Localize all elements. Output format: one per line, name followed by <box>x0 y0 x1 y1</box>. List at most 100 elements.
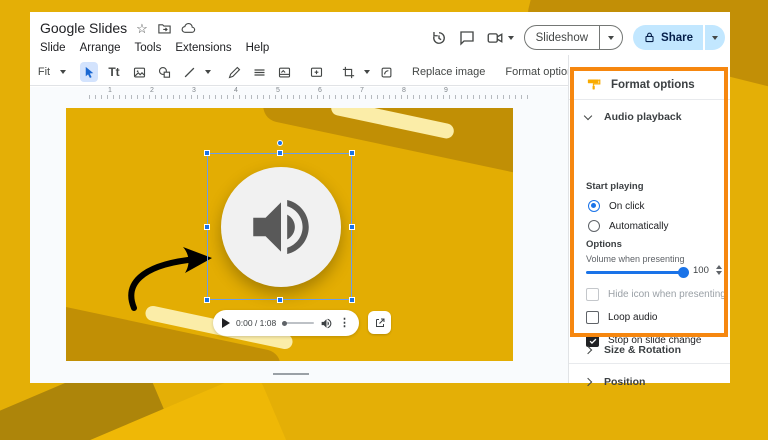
checkbox-unchecked-disabled-icon[interactable] <box>586 288 599 301</box>
ruler-number: 8 <box>402 87 406 94</box>
toolbar: Fit Tt Replace image Format options <box>30 59 636 86</box>
mask-image-icon[interactable] <box>377 62 395 82</box>
volume-icon[interactable] <box>320 317 333 330</box>
resize-handle-nw[interactable] <box>204 150 210 156</box>
section-position[interactable]: Position <box>583 376 646 388</box>
share-dropdown[interactable] <box>703 25 725 50</box>
slideshow-button[interactable]: Slideshow <box>525 32 599 44</box>
ruler-ticks <box>89 95 528 99</box>
volume-value: 100 <box>693 265 709 276</box>
volume-slider-thumb[interactable] <box>678 267 689 278</box>
menu-extensions[interactable]: Extensions <box>175 42 231 54</box>
resize-handle-n[interactable] <box>276 150 283 156</box>
radio-automatically-row[interactable]: Automatically <box>588 220 668 232</box>
player-progress-thumb[interactable] <box>282 320 288 326</box>
chevron-down-icon[interactable] <box>205 70 211 74</box>
move-folder-icon[interactable] <box>157 21 172 36</box>
chevron-down-icon <box>507 35 514 40</box>
player-menu-icon[interactable]: ⋮ <box>339 317 350 329</box>
panel-title: Format options <box>611 78 695 91</box>
player-time: 0:00 / 1:08 <box>236 318 277 328</box>
slideshow-dropdown[interactable] <box>599 26 622 49</box>
version-history-icon[interactable] <box>430 29 448 47</box>
section-audio-playback[interactable]: Audio playback <box>583 111 682 123</box>
paint-roller-icon <box>586 77 601 92</box>
menu-slide[interactable]: Slide <box>40 42 66 54</box>
ruler-number: 4 <box>234 87 238 94</box>
menubar: Slide Arrange Tools Extensions Help <box>40 42 269 54</box>
position-section-label: Position <box>604 376 646 388</box>
title-row: Google Slides ☆ <box>40 20 196 36</box>
options-label: Options <box>586 239 622 250</box>
radio-on-click-row[interactable]: On click <box>588 200 645 212</box>
menu-help[interactable]: Help <box>246 42 270 54</box>
radio-unselected-icon[interactable] <box>588 220 600 232</box>
insert-image-icon[interactable] <box>130 62 148 82</box>
checkbox-hide-icon-row[interactable]: Hide icon when presenting <box>586 288 726 301</box>
doc-title[interactable]: Google Slides <box>40 20 127 36</box>
radio-on-click-label: On click <box>609 200 645 212</box>
insert-shape-icon[interactable] <box>155 62 173 82</box>
horizontal-ruler: 1 2 3 4 5 6 7 8 9 <box>30 87 568 101</box>
star-icon[interactable]: ☆ <box>136 22 148 35</box>
selection-box[interactable] <box>204 140 355 303</box>
resize-handle-sw[interactable] <box>204 297 210 303</box>
speaker-notes-handle[interactable] <box>273 373 309 375</box>
pen-icon[interactable] <box>225 62 243 82</box>
resize-handle-w[interactable] <box>204 223 210 230</box>
stepper-down-icon[interactable] <box>716 271 722 275</box>
zoom-label: Fit <box>37 66 51 78</box>
replace-image-button[interactable]: Replace image <box>409 66 488 78</box>
share-button[interactable]: Share <box>633 31 703 44</box>
video-camera-icon <box>486 29 504 47</box>
chevron-down-icon <box>712 35 718 40</box>
options-label-row: Options <box>586 239 622 250</box>
audio-player: 0:00 / 1:08 ⋮ <box>213 310 359 336</box>
chevron-down-icon[interactable] <box>364 70 370 74</box>
slide-canvas: 1 2 3 4 5 6 7 8 9 0:00 / 1:08 ⋮ <box>30 87 568 383</box>
start-playing-label-row: Start playing <box>586 181 644 192</box>
app-window: Google Slides ☆ Slide Arrange Tools Exte… <box>30 12 730 388</box>
text-box-tool[interactable]: Tt <box>105 62 123 82</box>
comment-icon[interactable] <box>458 29 476 47</box>
stepper-up-icon[interactable] <box>716 265 722 269</box>
menu-tools[interactable]: Tools <box>135 42 162 54</box>
player-progress[interactable] <box>282 320 314 326</box>
hide-icon-label: Hide icon when presenting <box>608 289 726 300</box>
volume-stepper[interactable] <box>716 265 722 275</box>
image-placeholder-icon[interactable] <box>275 62 293 82</box>
volume-slider[interactable] <box>586 267 689 278</box>
chevron-down-icon <box>608 35 615 40</box>
volume-label-row: Volume when presenting <box>586 254 685 264</box>
crop-icon[interactable] <box>339 62 357 82</box>
radio-selected-icon[interactable] <box>588 200 600 212</box>
resize-handle-ne[interactable] <box>349 150 355 156</box>
audio-section-label: Audio playback <box>604 111 682 123</box>
checkbox-unchecked-icon[interactable] <box>586 311 599 324</box>
chevron-down-icon[interactable] <box>60 70 66 74</box>
zoom-select[interactable]: Fit <box>35 62 53 82</box>
resize-handle-se[interactable] <box>349 297 355 303</box>
meet-button[interactable] <box>486 29 514 47</box>
resize-handle-s[interactable] <box>276 297 283 303</box>
header-actions: Slideshow Share <box>430 25 725 50</box>
share-label: Share <box>661 31 693 44</box>
resize-handle-e[interactable] <box>349 223 355 230</box>
chevron-right-icon <box>583 345 593 355</box>
checkbox-loop-audio-row[interactable]: Loop audio <box>586 311 658 324</box>
slide[interactable]: 0:00 / 1:08 ⋮ <box>66 108 513 361</box>
cloud-status-icon[interactable] <box>181 21 196 36</box>
open-in-new-button[interactable] <box>368 311 391 334</box>
rotate-handle[interactable] <box>276 140 283 146</box>
panel-divider <box>569 99 730 100</box>
ruler-number: 6 <box>318 87 322 94</box>
border-weight-icon[interactable] <box>250 62 268 82</box>
screenshot-root: Google Slides ☆ Slide Arrange Tools Exte… <box>0 0 768 440</box>
insert-comment-icon[interactable] <box>307 62 325 82</box>
panel-header: Format options <box>586 77 695 92</box>
section-size-rotation[interactable]: Size & Rotation <box>583 344 681 356</box>
play-button[interactable] <box>222 318 230 328</box>
select-tool[interactable] <box>80 62 98 82</box>
insert-line-icon[interactable] <box>180 62 198 82</box>
menu-arrange[interactable]: Arrange <box>80 42 121 54</box>
